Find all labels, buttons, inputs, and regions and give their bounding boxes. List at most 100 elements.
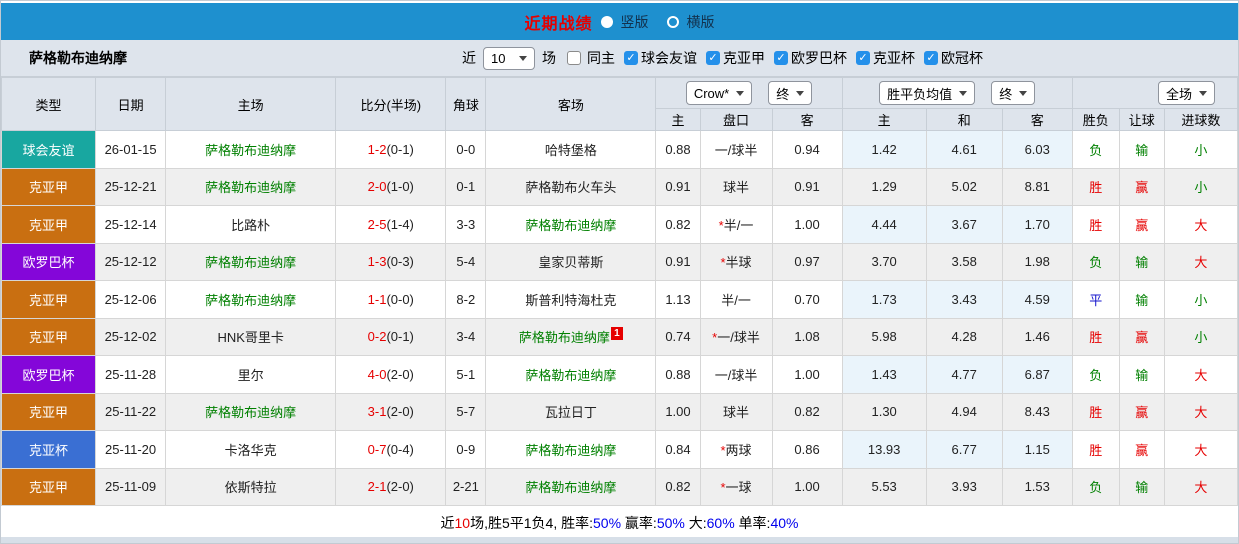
- result-goals: 大: [1163, 242, 1238, 281]
- home-team: 萨格勒布迪纳摩: [165, 167, 337, 206]
- summary-sep3: 单率:: [734, 514, 771, 531]
- result-goals: 小: [1163, 167, 1238, 206]
- handicap-value: 球半: [723, 180, 750, 196]
- league-checkbox-croatia-cup[interactable]: [856, 51, 870, 65]
- home-team-name: 萨格勒布迪纳摩: [205, 292, 297, 308]
- result-wdl: 负: [1071, 242, 1120, 281]
- league-label-europa[interactable]: 欧罗巴杯: [791, 48, 847, 68]
- away-team-name: 斯普利特海杜克: [525, 292, 617, 308]
- away-team-name: 萨格勒布迪纳摩: [525, 442, 617, 458]
- avg-home: 1.42: [841, 130, 927, 169]
- league-checkbox-europa[interactable]: [774, 51, 788, 65]
- away-team-name: 萨格勒布迪纳摩: [525, 480, 617, 496]
- chevron-down-icon: [519, 55, 527, 61]
- full-time-score: 1-1: [367, 291, 387, 307]
- table-row: 克亚甲 25-12-02 HNK哥里卡 0-2(0-1) 3-4 萨格勒布迪纳摩…: [1, 317, 1238, 356]
- table-row: 克亚甲 25-12-21 萨格勒布迪纳摩 2-0(1-0) 0-1 萨格勒布火车…: [1, 167, 1238, 206]
- same-home-checkbox[interactable]: [567, 51, 581, 65]
- horizontal-layout-label[interactable]: 横版: [687, 12, 715, 32]
- full-time-score: 0-7: [367, 441, 387, 457]
- odds-time-select[interactable]: 终: [768, 81, 813, 105]
- league-checkbox-croatia1[interactable]: [706, 51, 720, 65]
- half-time-score: (2-0): [386, 366, 414, 382]
- summary-sep1: 赢率:: [621, 514, 657, 531]
- score-cell: 1-2(0-1): [335, 130, 447, 169]
- home-team-name: 卡洛华克: [224, 442, 277, 458]
- result-goals-value: 大: [1194, 405, 1208, 421]
- table-row: 克亚杯 25-11-20 卡洛华克 0-7(0-4) 0-9 萨格勒布迪纳摩 0…: [1, 430, 1238, 469]
- vertical-layout-radio[interactable]: [600, 15, 613, 28]
- full-time-score: 1-3: [367, 254, 387, 270]
- full-time-score: 0-2: [367, 329, 387, 345]
- league-label-friendly[interactable]: 球会友谊: [641, 48, 697, 68]
- away-team: 萨格勒布迪纳摩: [485, 430, 657, 469]
- col-away: 客场: [485, 77, 657, 131]
- result-wdl-value: 胜: [1089, 405, 1103, 421]
- col-handicap-result: 让球: [1118, 108, 1165, 131]
- odds-home: 0.88: [655, 130, 701, 169]
- match-date: 25-11-28: [95, 355, 167, 394]
- corner-score: 0-0: [445, 130, 487, 169]
- summary-sep2: 大:: [684, 514, 707, 531]
- home-team-name: 萨格勒布迪纳摩: [205, 405, 297, 421]
- avg-draw: 3.43: [925, 280, 1003, 319]
- match-date: 25-12-12: [95, 242, 167, 281]
- horizontal-layout-radio[interactable]: [666, 15, 679, 28]
- type-badge: 球会友谊: [1, 130, 97, 169]
- result-wdl: 胜: [1071, 430, 1120, 469]
- corner-score: 0-9: [445, 430, 487, 469]
- corner-score: 3-4: [445, 317, 487, 356]
- home-team: 萨格勒布迪纳摩: [165, 392, 337, 431]
- vertical-layout-label[interactable]: 竖版: [621, 12, 649, 32]
- league-checkbox-champions[interactable]: [924, 51, 938, 65]
- avg-home: 1.29: [841, 167, 927, 206]
- league-label-croatia1[interactable]: 克亚甲: [723, 48, 765, 68]
- handicap-value: 一球: [725, 480, 752, 496]
- result-handicap-value: 赢: [1135, 180, 1149, 196]
- odds-away: 0.82: [771, 392, 843, 431]
- odds-away: 1.08: [771, 317, 843, 356]
- league-label-croatia-cup[interactable]: 克亚杯: [873, 48, 915, 68]
- result-goals: 大: [1163, 467, 1238, 506]
- away-team: 哈特堡格: [485, 130, 657, 169]
- summary-bar: 近 10 场,胜5平1负4, 胜率: 50% 赢率: 50% 大: 60% 单率: 40%: [1, 506, 1238, 539]
- odds-home: 0.82: [655, 205, 701, 244]
- result-wdl-value: 胜: [1089, 180, 1103, 196]
- avg-home: 1.30: [841, 392, 927, 431]
- half-time-score: (0-4): [386, 441, 414, 457]
- handicap-value: 半球: [725, 255, 752, 271]
- odds-source-select[interactable]: Crow*: [685, 81, 753, 105]
- result-goals-value: 大: [1194, 255, 1208, 271]
- same-home-label[interactable]: 同主: [587, 48, 615, 68]
- full-time-score: 1-2: [367, 141, 387, 157]
- result-wdl-value: 胜: [1089, 442, 1103, 458]
- odds-away: 0.91: [771, 167, 843, 206]
- result-handicap-value: 赢: [1135, 405, 1149, 421]
- match-date: 25-11-09: [95, 467, 167, 506]
- result-handicap-value: 输: [1135, 255, 1149, 271]
- match-count-select[interactable]: 10: [483, 46, 535, 70]
- result-wdl: 负: [1071, 355, 1120, 394]
- chevron-down-icon: [959, 90, 968, 96]
- odds-away: 0.94: [771, 130, 843, 169]
- league-label-champions[interactable]: 欧冠杯: [941, 48, 983, 68]
- type-badge: 克亚甲: [1, 280, 97, 319]
- avg-draw: 4.94: [925, 392, 1003, 431]
- result-goals: 大: [1163, 205, 1238, 244]
- match-date: 25-11-20: [95, 430, 167, 469]
- handicap-cell: *半球: [699, 242, 773, 281]
- odds-home: 1.13: [655, 280, 701, 319]
- avg-time-select[interactable]: 终: [991, 81, 1036, 105]
- result-wdl-value: 平: [1089, 292, 1103, 308]
- score-cell: 2-1(2-0): [335, 467, 447, 506]
- avg-metric-select[interactable]: 胜平负均值: [879, 81, 976, 105]
- league-checkbox-friendly[interactable]: [624, 51, 638, 65]
- odds-away: 1.00: [771, 355, 843, 394]
- win-rate: 50%: [593, 514, 622, 531]
- scope-select-group: 全场: [1071, 77, 1238, 109]
- score-cell: 2-5(1-4): [335, 205, 447, 244]
- scope-select[interactable]: 全场: [1157, 81, 1215, 105]
- avg-draw: 3.93: [925, 467, 1003, 506]
- red-card-badge: 1: [610, 327, 623, 341]
- chevron-down-icon: [796, 90, 805, 96]
